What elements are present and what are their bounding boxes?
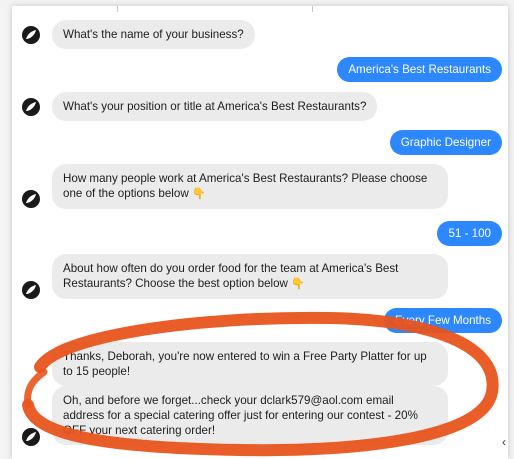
leaf-logo-icon	[26, 30, 36, 39]
chat-panel: What's the name of your business? Americ…	[12, 6, 508, 459]
user-message: Every Few Months	[384, 308, 502, 333]
leaf-logo-icon	[26, 432, 36, 441]
user-message: Graphic Designer	[389, 130, 502, 155]
message-text: Thanks, Deborah, you're now entered to w…	[63, 350, 427, 378]
bot-message: What's the name of your business?	[52, 20, 255, 49]
user-message: America's Best Restaurants	[337, 57, 502, 82]
message-text: About how often do you order food for th…	[63, 262, 399, 290]
message-text: How many people work at America's Best R…	[63, 172, 428, 200]
leaf-logo-icon	[26, 194, 36, 203]
top-tick	[117, 6, 118, 12]
message-text: What's the name of your business?	[63, 28, 244, 41]
bot-message: How many people work at America's Best R…	[52, 164, 448, 209]
leaf-logo-icon	[26, 102, 36, 111]
bot-message: Oh, and before we forget...check your dc…	[52, 386, 448, 445]
message-text: 51 - 100	[448, 227, 491, 240]
top-tick	[312, 6, 313, 12]
bot-avatar	[22, 428, 40, 446]
scroll-handle-icon[interactable]: ‹	[502, 435, 506, 449]
leaf-logo-icon	[26, 285, 36, 294]
pointing-hand-icon: 👇	[191, 188, 206, 200]
bot-message: What's your position or title at America…	[52, 92, 378, 121]
pointing-hand-icon: 👇	[291, 278, 305, 290]
message-text: Oh, and before we forget...check your dc…	[63, 394, 418, 437]
bot-avatar	[22, 281, 40, 299]
message-text: America's Best Restaurants	[348, 63, 491, 76]
message-text: Every Few Months	[395, 314, 491, 327]
bot-avatar	[22, 98, 40, 116]
bot-avatar	[22, 26, 40, 44]
bot-avatar	[22, 190, 40, 208]
bot-message: Thanks, Deborah, you're now entered to w…	[52, 342, 448, 386]
bot-message: About how often do you order food for th…	[52, 254, 448, 299]
user-message: 51 - 100	[437, 221, 502, 246]
message-text: What's your position or title at America…	[63, 100, 367, 113]
message-text: Graphic Designer	[400, 136, 491, 149]
